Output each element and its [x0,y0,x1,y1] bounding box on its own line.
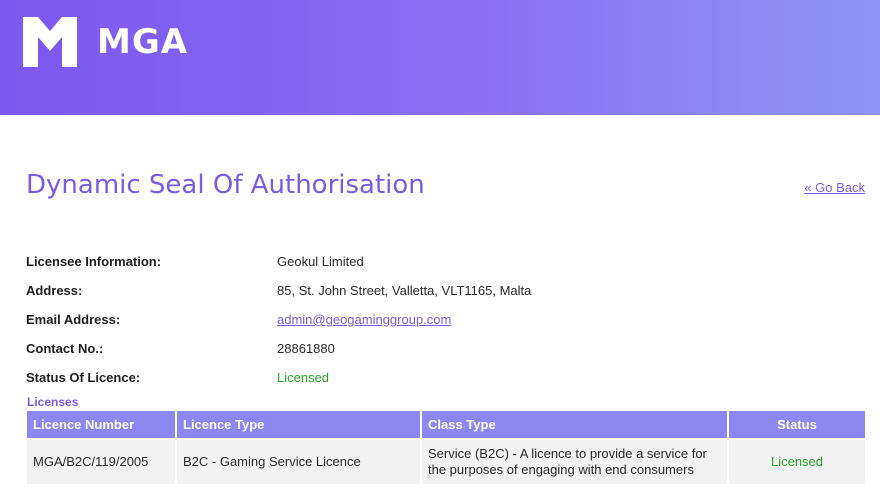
page-title: Dynamic Seal Of Authorisation [26,170,425,200]
info-row-email: Email Address: admin@geogaminggroup.com [26,305,866,334]
licenses-table: Licence Number Licence Type Class Type S… [27,411,865,484]
mga-chevron-logo-icon [23,17,77,67]
email-link[interactable]: admin@geogaminggroup.com [277,312,451,327]
class-type-cell: Service (B2C) - A licence to provide a s… [422,440,729,484]
contact-label: Contact No.: [26,341,104,356]
table-row: MGA/B2C/119/2005 B2C - Gaming Service Li… [27,438,865,484]
address-value: 85, St. John Street, Valletta, VLT1165, … [277,283,532,298]
table-header: Licence Number Licence Type Class Type S… [27,411,865,438]
licensee-info: Licensee Information: Geokul Limited Add… [26,247,866,392]
info-row-licensee: Licensee Information: Geokul Limited [26,247,866,276]
licence-type-cell: B2C - Gaming Service Licence [177,440,422,484]
column-header-licence-type: Licence Type [177,411,422,438]
mga-logo[interactable]: MGA [23,17,188,67]
info-row-status: Status Of Licence: Licensed [26,363,866,392]
column-header-status: Status [777,417,817,432]
licensee-label: Licensee Information: [26,254,162,269]
column-header-class-type: Class Type [422,411,729,438]
info-row-contact: Contact No.: 28861880 [26,334,866,363]
licence-number-cell: MGA/B2C/119/2005 [27,440,177,484]
status-label: Status Of Licence: [26,370,141,385]
info-row-address: Address: 85, St. John Street, Valletta, … [26,276,866,305]
column-header-licence-number: Licence Number [27,411,177,438]
licensee-value: Geokul Limited [277,254,364,269]
email-label: Email Address: [26,312,121,327]
go-back-link[interactable]: « Go Back [804,180,865,195]
status-value: Licensed [277,370,330,385]
address-label: Address: [26,283,83,298]
licenses-heading: Licenses [27,395,79,409]
header-banner: MGA [0,0,880,115]
status-cell: Licensed [770,454,824,469]
contact-value: 28861880 [277,341,335,356]
mga-brand-text: MGA [97,22,189,62]
